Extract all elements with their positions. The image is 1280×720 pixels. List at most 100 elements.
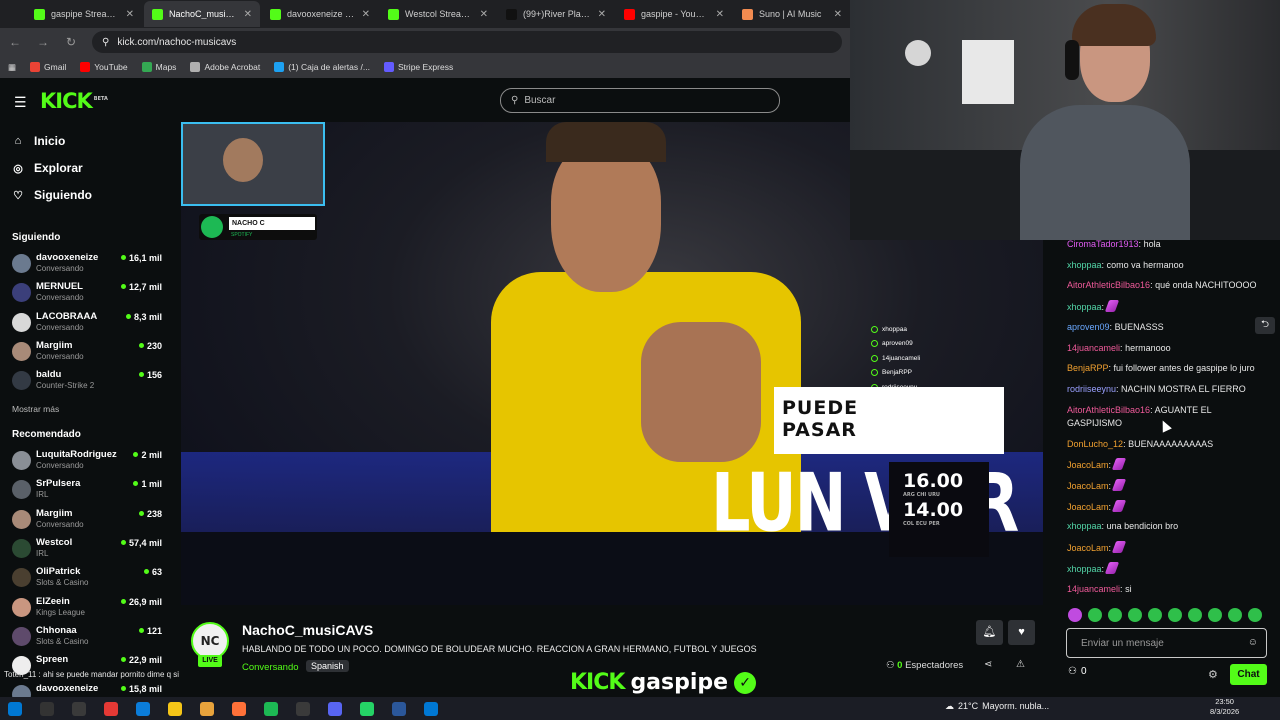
channel-points[interactable]: ⚇ 0 (1068, 666, 1087, 677)
sidebar-channel[interactable]: ElZeein Kings League 26,9 mil (12, 596, 162, 622)
sidebar-channel[interactable]: Margiim Conversando 238 (12, 508, 162, 534)
close-icon[interactable]: ✕ (598, 9, 606, 20)
bookmark-item[interactable]: Adobe Acrobat (190, 62, 260, 72)
whatsapp-icon[interactable] (392, 701, 406, 716)
emote-icon[interactable] (1108, 608, 1122, 622)
weather-widget[interactable]: ☁ 21°C Mayorm. nubla... (945, 701, 1049, 712)
chat-username[interactable]: AitorAthleticBilbao16 (1067, 280, 1150, 290)
bookmark-item[interactable]: YouTube (80, 62, 128, 72)
sidebar-channel[interactable]: baldu Counter-Strike 2 156 (12, 369, 162, 395)
back-icon[interactable]: ← (8, 35, 22, 49)
sidebar-channel[interactable]: Westcol IRL 57,4 mil (12, 537, 162, 563)
chat-username[interactable]: rodriiseeynu (1067, 384, 1116, 394)
show-more-link[interactable]: Mostrar más (12, 404, 59, 414)
bookmark-item[interactable]: Maps (141, 62, 176, 72)
bookmark-item[interactable]: Gmail (30, 62, 66, 72)
reload-icon[interactable]: ↻ (64, 35, 78, 49)
emote-icon[interactable] (1148, 608, 1162, 622)
chat-username[interactable]: JoacoLam (1067, 460, 1109, 470)
language-tag[interactable]: Spanish (306, 660, 349, 672)
close-icon[interactable]: ✕ (362, 9, 370, 20)
close-icon[interactable]: ✕ (834, 9, 842, 20)
emote-bar[interactable] (1068, 608, 1262, 622)
nav-siguiendo[interactable]: ♡ Siguiendo (12, 188, 92, 202)
tab-1[interactable]: NachoC_musiCAV ✕ (144, 1, 260, 27)
tab-3[interactable]: Westcol Stream - Wa✕ (380, 1, 496, 27)
search-icon[interactable] (40, 701, 54, 716)
chat-username[interactable]: AitorAthleticBilbao16 (1067, 405, 1150, 415)
url-field[interactable]: ⚲ kick.com/nachoc-musicavs (92, 31, 842, 53)
windows-start-icon[interactable] (8, 701, 22, 716)
chat-username[interactable]: xhoppaa (1067, 302, 1102, 312)
emote-icon[interactable] (1068, 608, 1082, 622)
tab-6[interactable]: Suno | AI Music ✕ (734, 1, 850, 27)
nav-inicio[interactable]: ⌂ Inicio (12, 134, 66, 148)
chat-username[interactable]: CiromaTador1913 (1067, 239, 1139, 249)
close-icon[interactable]: ✕ (126, 9, 134, 20)
sidebar-channel[interactable]: MERNUEL Conversando 12,7 mil (12, 281, 162, 307)
emote-icon[interactable] (1228, 608, 1242, 622)
chat-username[interactable]: DonLucho_12 (1067, 439, 1123, 449)
channel-name[interactable]: NachoC_musiCAVS (242, 622, 373, 638)
discord-icon[interactable] (360, 701, 374, 716)
store-icon[interactable] (200, 701, 214, 716)
stream-category[interactable]: Conversando (242, 662, 299, 673)
bookmark-item[interactable]: (1) Caja de alertas /... (274, 62, 370, 72)
close-icon[interactable]: ✕ (244, 9, 252, 20)
emote-icon[interactable] (1128, 608, 1142, 622)
chat-username[interactable]: 14juancameli (1067, 584, 1120, 594)
tab-2[interactable]: davooxeneize Stream✕ (262, 1, 378, 27)
chat-username[interactable]: xhoppaa (1067, 521, 1102, 531)
bell-icon[interactable]: 🔔︎ (976, 620, 1003, 645)
tab-5[interactable]: gaspipe - YouTube ✕ (616, 1, 732, 27)
copilot-icon[interactable] (104, 701, 118, 716)
word-icon[interactable] (424, 701, 438, 716)
chat-username[interactable]: xhoppaa (1067, 260, 1102, 270)
chat-input[interactable]: Enviar un mensaje ☺ (1066, 628, 1267, 658)
sidebar-channel[interactable]: davooxeneize Conversando 16,1 mil (12, 252, 162, 278)
chrome-icon[interactable] (168, 701, 182, 716)
tab-4[interactable]: (99+)River Plate: La P✕ (498, 1, 614, 27)
close-icon[interactable]: ✕ (716, 9, 724, 20)
sidebar-channel[interactable]: LACOBRAAA Conversando 8,3 mil (12, 311, 162, 337)
chat-username[interactable]: BenjaRPP (1067, 363, 1109, 373)
nav-explorar[interactable]: ◎ Explorar (12, 161, 83, 175)
emote-icon[interactable] (1248, 608, 1262, 622)
sidebar-channel[interactable]: LuquitaRodriguez Conversando 2 mil (12, 449, 162, 475)
forward-icon[interactable]: → (36, 35, 50, 49)
task-view-icon[interactable] (72, 701, 86, 716)
firefox-icon[interactable] (264, 701, 278, 716)
report-icon[interactable]: ⚠ (1016, 659, 1025, 670)
sidebar-channel[interactable]: OliPatrick Slots & Casino 63 (12, 566, 162, 592)
emoji-icon[interactable]: ☺ (1248, 637, 1258, 648)
github-icon[interactable] (328, 701, 342, 716)
apps-grid-icon[interactable]: ▦ (8, 62, 16, 73)
share-icon[interactable]: ⋖ (984, 659, 992, 670)
folder-icon[interactable] (232, 701, 246, 716)
menu-icon[interactable]: ☰ (14, 94, 27, 111)
chat-username[interactable]: 14juancameli (1067, 343, 1120, 353)
tab-0[interactable]: gaspipe Stream - Wa✕ (26, 1, 142, 27)
chat-username[interactable]: JoacoLam (1067, 481, 1109, 491)
kick-logo[interactable]: KICK BETA (40, 89, 108, 113)
bookmark-item[interactable]: Stripe Express (383, 62, 453, 72)
emote-icon[interactable] (1168, 608, 1182, 622)
edge-icon[interactable] (136, 701, 150, 716)
chat-username[interactable]: JoacoLam (1067, 543, 1109, 553)
chat-username[interactable]: JoacoLam (1067, 502, 1109, 512)
system-clock[interactable]: 23:50 8/3/2026 (1210, 697, 1239, 717)
sidebar-channel[interactable]: Chhonaa Slots & Casino 121 (12, 625, 162, 651)
follow-heart-icon[interactable]: ♥ (1008, 620, 1035, 645)
emote-icon[interactable] (1188, 608, 1202, 622)
send-chat-button[interactable]: Chat (1230, 664, 1267, 685)
close-icon[interactable]: ✕ (480, 9, 488, 20)
sidebar-channel[interactable]: SrPulsera IRL 1 mil (12, 478, 162, 504)
chat-username[interactable]: aproven09 (1067, 322, 1110, 332)
spotify-icon[interactable] (296, 701, 310, 716)
emote-icon[interactable] (1208, 608, 1222, 622)
chat-collapse-icon[interactable]: ⮌ (1255, 317, 1275, 334)
search-input[interactable]: ⚲ Buscar (500, 88, 780, 113)
emote-icon[interactable] (1088, 608, 1102, 622)
sidebar-channel[interactable]: Margiim Conversando 230 (12, 340, 162, 366)
gear-icon[interactable]: ⚙ (1208, 668, 1218, 681)
